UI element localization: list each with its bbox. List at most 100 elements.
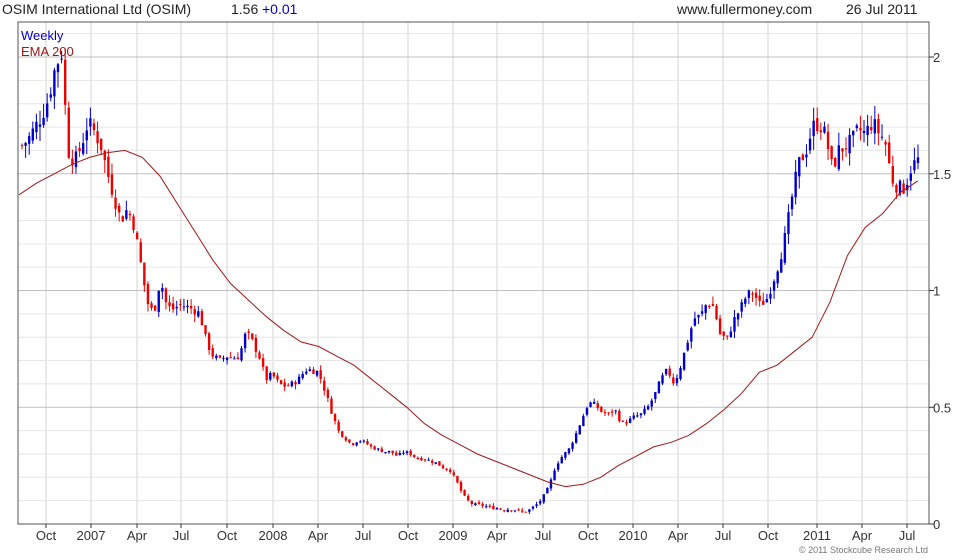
candle-body: [812, 120, 815, 137]
candle-body: [916, 157, 920, 163]
x-tick-label: Jul: [355, 528, 372, 543]
candle-body: [823, 126, 826, 133]
candle-body: [859, 128, 862, 131]
candle-body: [780, 259, 783, 273]
candle-body: [866, 125, 869, 136]
candle-body: [200, 311, 204, 326]
candle-body: [484, 506, 488, 508]
candle-body: [564, 452, 567, 458]
y-tick-label: 1.5: [933, 167, 951, 182]
candle-body: [546, 487, 549, 494]
y-tick-label: 0: [933, 517, 940, 532]
candle-body: [157, 290, 160, 312]
candle-body: [614, 410, 617, 412]
candle-body: [574, 433, 578, 443]
candle-body: [870, 127, 873, 131]
candle-body: [326, 389, 330, 398]
candle-body: [330, 398, 333, 414]
candle-body: [603, 412, 607, 414]
plot-area: [18, 22, 929, 524]
candle-body: [139, 242, 142, 262]
candle-body: [179, 304, 182, 306]
candle-body: [294, 382, 297, 385]
candle-body: [402, 452, 405, 454]
candle-body: [668, 368, 671, 376]
candle-body: [567, 448, 571, 454]
legend-weekly: Weekly: [21, 28, 64, 43]
candle-body: [258, 352, 261, 359]
candle-body: [463, 490, 466, 496]
candle-body: [542, 494, 545, 503]
candle-body: [182, 306, 186, 308]
candle-body: [452, 472, 456, 476]
x-tick-label: 2007: [77, 528, 106, 543]
candle-body: [913, 160, 916, 171]
candle-body: [175, 306, 178, 309]
candle-body: [571, 442, 574, 449]
candle-body: [31, 128, 34, 141]
candle-body: [171, 303, 175, 310]
candle-body: [161, 287, 164, 292]
candle-body: [233, 358, 236, 360]
x-tick-label: Apr: [852, 528, 873, 543]
candle-body: [103, 150, 106, 161]
candle-body: [377, 448, 380, 450]
candle-body: [456, 476, 459, 483]
candle-body: [63, 59, 67, 105]
candle-body: [736, 313, 740, 320]
candle-body: [538, 501, 542, 504]
candle-body: [89, 118, 92, 127]
candle-body: [682, 352, 686, 370]
candle-body: [618, 410, 621, 422]
legend-ema: EMA 200: [21, 44, 74, 59]
candle-body: [607, 412, 610, 414]
candle-body: [315, 370, 319, 376]
candle-body: [510, 510, 513, 512]
candle-body: [276, 375, 279, 380]
candle-body: [477, 502, 481, 505]
candle-body: [204, 325, 207, 334]
candle-body: [355, 442, 358, 446]
candle-body: [197, 311, 200, 317]
x-axis: Oct 2007 Apr Jul Oct 2008 Apr Jul Oct 2009 Apr Jul O…: [36, 524, 916, 543]
candle-body: [726, 335, 729, 337]
candle-body: [341, 431, 344, 437]
candle-body: [413, 454, 416, 457]
candle-body: [323, 380, 326, 391]
candle-body: [132, 216, 135, 230]
candle-body: [769, 293, 772, 299]
candle-body: [247, 331, 250, 334]
price-chart: 0 0.5 1 1.5 2 Oct 2007 Apr Jul Oct 2008 Apr Jul Oct 2…: [17, 21, 951, 543]
candle-body: [125, 210, 128, 219]
candle-body: [837, 145, 841, 170]
candle-body: [740, 302, 743, 312]
candle-body: [661, 375, 664, 384]
candle-body: [646, 406, 650, 410]
candle-body: [556, 463, 560, 470]
x-tick-label: Oct: [398, 528, 419, 543]
candle-body: [506, 509, 509, 512]
candle-body: [308, 369, 312, 372]
candle-body: [589, 402, 592, 407]
candle-body: [150, 303, 153, 308]
candle-body: [218, 355, 222, 358]
candle-body: [499, 508, 502, 510]
candle-body: [549, 479, 553, 489]
x-tick-label: Jul: [899, 528, 916, 543]
candle-body: [632, 415, 635, 419]
candle-body: [751, 293, 754, 295]
candle-body: [654, 392, 657, 399]
candle-body: [135, 232, 139, 240]
candle-body: [391, 450, 394, 454]
candle-body: [449, 469, 452, 472]
candle-body: [672, 377, 675, 384]
candle-body: [240, 348, 243, 361]
candle-body: [873, 119, 877, 134]
candle-body: [610, 411, 614, 413]
candle-body: [722, 331, 725, 337]
candle-body: [470, 500, 473, 505]
candle-body: [553, 470, 556, 481]
x-tick-label: Oct: [36, 528, 57, 543]
candle-body: [222, 357, 225, 359]
x-tick-label: 2008: [259, 528, 288, 543]
